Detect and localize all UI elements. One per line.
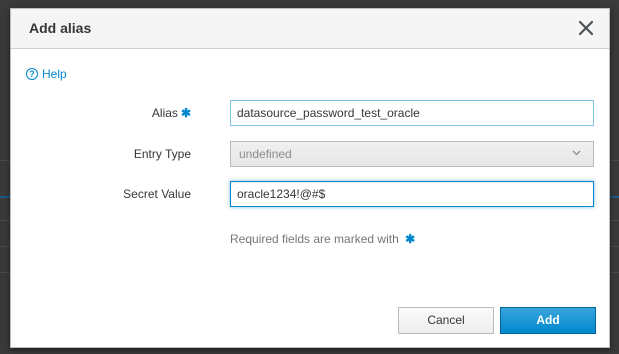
- alias-label: Alias ✱: [11, 106, 191, 120]
- secret-value-input[interactable]: [230, 181, 594, 207]
- alias-label-text: Alias: [151, 106, 178, 120]
- secret-value-label: Secret Value: [123, 187, 191, 201]
- cancel-button[interactable]: Cancel: [398, 307, 494, 334]
- background-accent: [610, 196, 619, 198]
- add-button[interactable]: Add: [500, 307, 596, 334]
- entry-type-select[interactable]: undefined: [230, 141, 594, 167]
- help-link[interactable]: ? Help: [26, 67, 67, 81]
- close-button[interactable]: [576, 18, 596, 38]
- required-note-text: Required fields are marked with: [230, 232, 399, 246]
- entry-type-label: Entry Type: [133, 147, 191, 161]
- help-label: Help: [42, 67, 67, 81]
- dialog-title: Add alias: [29, 20, 92, 36]
- entry-type-value: undefined: [239, 147, 292, 161]
- required-marker: ✱: [180, 106, 191, 120]
- alias-input[interactable]: [230, 100, 594, 126]
- help-icon: ?: [26, 68, 38, 80]
- required-marker: ✱: [405, 232, 416, 246]
- close-icon: [578, 20, 594, 36]
- chevron-down-icon: [572, 150, 581, 156]
- background-accent: [0, 196, 10, 198]
- dialog-header: Add alias: [11, 9, 609, 49]
- required-fields-note: Required fields are marked with ✱: [230, 232, 415, 246]
- add-alias-dialog: Add alias ? Help Alias✱ Entry Type undef…: [10, 8, 610, 348]
